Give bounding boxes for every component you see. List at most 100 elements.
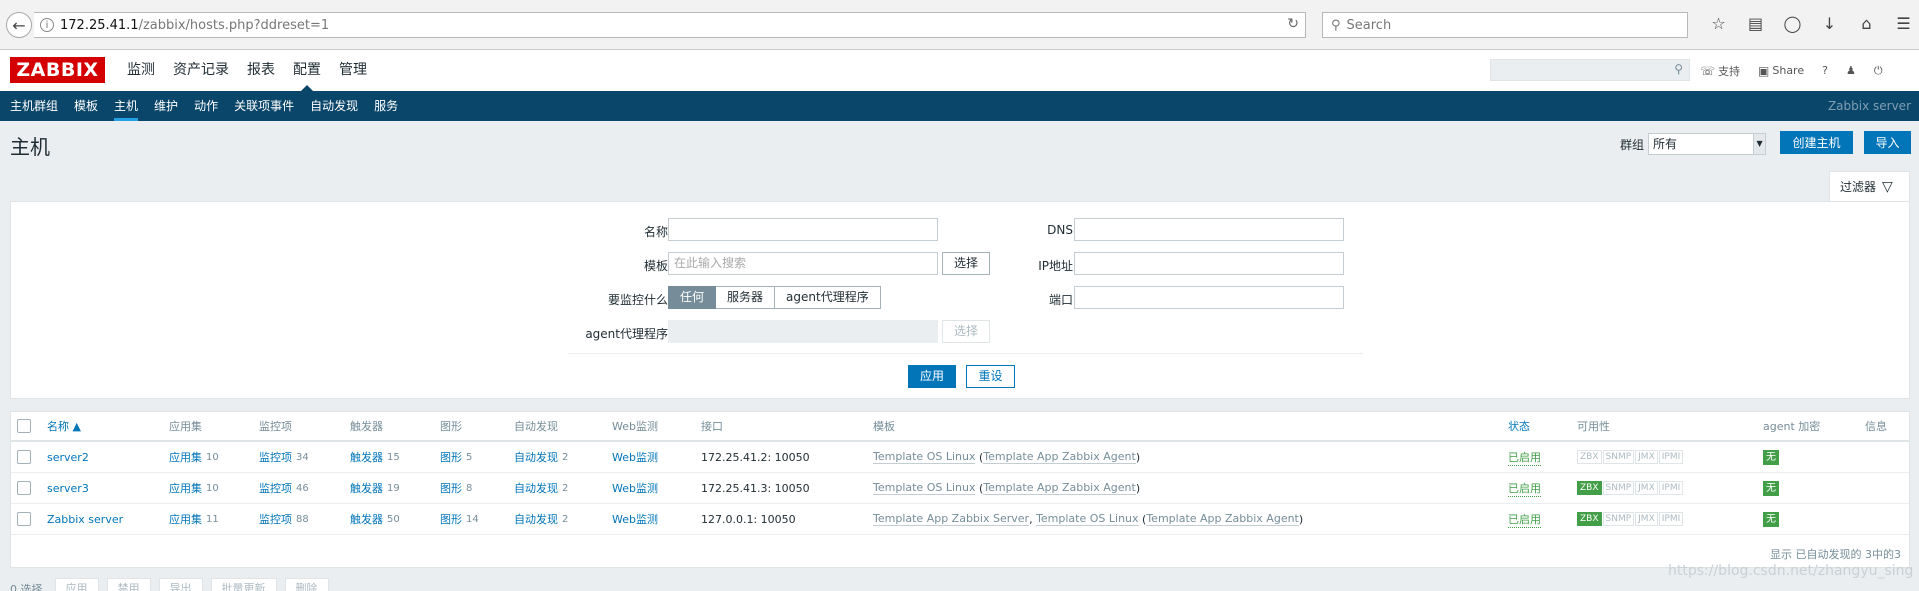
bulk-delete-button[interactable]: 删除 [284, 578, 329, 591]
items-link[interactable]: 监控项 [259, 480, 292, 496]
status-toggle[interactable]: 已启用 [1508, 511, 1541, 528]
host-name-link[interactable]: server2 [47, 442, 89, 472]
global-search-input[interactable]: ⚲ [1490, 59, 1690, 81]
parent-template-link[interactable]: Template App Zabbix Agent [1146, 512, 1299, 526]
watermark-text: https://blog.csdn.net/zhangyu_sing [1668, 563, 1914, 579]
template-link[interactable]: Template OS Linux [873, 481, 976, 495]
help-link[interactable]: ? [1822, 64, 1828, 77]
reading-list-icon[interactable]: ▤ [1737, 14, 1774, 33]
search-icon[interactable]: ⚲ [1674, 62, 1683, 76]
hamburger-menu-icon[interactable]: ☰ [1885, 14, 1919, 33]
triggers-count: 15 [387, 451, 400, 463]
share-link[interactable]: ▣ Share [1758, 64, 1804, 78]
sub-menu-templates[interactable]: 模板 [66, 91, 106, 121]
zabbix-logo[interactable]: ZABBIX [10, 57, 105, 83]
main-menu-reports[interactable]: 报表 [238, 50, 284, 91]
bulk-disable-button[interactable]: 禁用 [106, 578, 151, 591]
sub-menu-actions[interactable]: 动作 [186, 91, 226, 121]
parent-template-link[interactable]: Template App Zabbix Agent [983, 481, 1136, 495]
bulk-update-button[interactable]: 批量更新 [210, 578, 277, 591]
support-link[interactable]: ☏ 支持 [1700, 63, 1740, 79]
filter-ip-input[interactable] [1074, 252, 1344, 275]
support-label: 支持 [1718, 64, 1741, 78]
download-icon[interactable]: ↓ [1811, 14, 1848, 33]
filter-name-input[interactable] [668, 218, 938, 241]
sub-menu-maintenance[interactable]: 维护 [146, 91, 186, 121]
row-checkbox[interactable] [17, 481, 31, 495]
sub-menu-correlation[interactable]: 关联项事件 [226, 91, 302, 121]
triggers-link[interactable]: 触发器 [350, 511, 383, 527]
bookmark-star-icon[interactable]: ☆ [1700, 14, 1737, 33]
apps-link[interactable]: 应用集 [169, 511, 202, 527]
main-menu-configuration[interactable]: 配置 [284, 50, 330, 91]
filter-tab[interactable]: 过滤器 ▽ [1829, 171, 1910, 201]
sub-menu-services[interactable]: 服务 [366, 91, 406, 121]
parent-template-link[interactable]: Template App Zabbix Agent [983, 450, 1136, 464]
filter-reset-button[interactable]: 重设 [966, 365, 1015, 388]
logout-link[interactable]: ⏻ [1874, 64, 1883, 78]
template-link[interactable]: Template OS Linux [1036, 512, 1139, 526]
main-menu-inventory[interactable]: 资产记录 [164, 50, 238, 91]
monitored-any-option[interactable]: 任何 [668, 286, 717, 309]
main-menu-administration[interactable]: 管理 [330, 50, 376, 91]
filter-port-input[interactable] [1074, 286, 1344, 309]
sub-menu-discovery[interactable]: 自动发现 [302, 91, 366, 121]
discovery-link[interactable]: 自动发现 [514, 480, 558, 496]
web-link[interactable]: Web监测 [612, 442, 658, 472]
template-link[interactable]: Template OS Linux [873, 450, 976, 464]
host-name-link[interactable]: Zabbix server [47, 504, 123, 534]
sub-menu-host-groups[interactable]: 主机群组 [2, 91, 66, 121]
import-button[interactable]: 导入 [1864, 131, 1911, 154]
filter-template-select-button[interactable]: 选择 [942, 252, 990, 275]
zbx-badge: ZBX [1577, 512, 1602, 526]
url-path: /zabbix/hosts.php?ddreset=1 [138, 17, 330, 33]
templates-cell: Template OS Linux (Template App Zabbix A… [873, 450, 1141, 464]
triggers-link[interactable]: 触发器 [350, 449, 383, 465]
discovery-link[interactable]: 自动发现 [514, 511, 558, 527]
bulk-export-button[interactable]: 导出 [158, 578, 203, 591]
pocket-icon[interactable]: ◯ [1774, 14, 1811, 33]
triggers-link[interactable]: 触发器 [350, 480, 383, 496]
filter-monitored-label: 要监控什么 [607, 293, 668, 307]
status-toggle[interactable]: 已启用 [1508, 449, 1541, 466]
group-select[interactable]: 所有 ▼ [1648, 133, 1767, 155]
filter-dns-input[interactable] [1074, 218, 1344, 241]
col-status[interactable]: 状态 [1508, 412, 1530, 440]
status-toggle[interactable]: 已启用 [1508, 480, 1541, 497]
bulk-enable-button[interactable]: 应用 [54, 578, 99, 591]
help-icon: ? [1822, 64, 1828, 77]
reload-icon[interactable]: ↻ [1287, 16, 1299, 32]
graphs-link[interactable]: 图形 [440, 480, 462, 496]
monitored-server-option[interactable]: 服务器 [716, 286, 776, 309]
apps-link[interactable]: 应用集 [169, 449, 202, 465]
apps-link[interactable]: 应用集 [169, 480, 202, 496]
dropdown-arrow-icon[interactable]: ▼ [1753, 134, 1766, 154]
info-icon[interactable]: i [40, 18, 54, 32]
row-checkbox[interactable] [17, 450, 31, 464]
filter-template-input[interactable]: 在此输入搜索 [668, 252, 938, 275]
graphs-link[interactable]: 图形 [440, 449, 462, 465]
select-all-checkbox[interactable] [17, 419, 31, 433]
create-host-button[interactable]: 创建主机 [1780, 131, 1853, 154]
discovery-link[interactable]: 自动发现 [514, 449, 558, 465]
server-name: Zabbix server [1827, 99, 1911, 113]
items-link[interactable]: 监控项 [259, 449, 292, 465]
back-arrow-icon[interactable]: ← [6, 12, 32, 38]
host-name-link[interactable]: server3 [47, 473, 89, 503]
items-link[interactable]: 监控项 [259, 511, 292, 527]
row-checkbox[interactable] [17, 512, 31, 526]
sub-menu-hosts[interactable]: 主机 [106, 91, 146, 121]
home-icon[interactable]: ⌂ [1848, 14, 1885, 33]
template-link[interactable]: Template App Zabbix Server [873, 512, 1030, 526]
main-menu-monitoring[interactable]: 监测 [118, 50, 164, 91]
graphs-link[interactable]: 图形 [440, 511, 462, 527]
address-bar[interactable]: i 172.25.41.1/zabbix/hosts.php?ddreset=1… [34, 12, 1306, 38]
browser-search-input[interactable]: ⚲ Search [1322, 12, 1688, 38]
web-link[interactable]: Web监测 [612, 473, 658, 503]
profile-link[interactable]: ♟ [1846, 64, 1856, 77]
web-link[interactable]: Web监测 [612, 504, 658, 534]
col-name[interactable]: 名称 ▲ [47, 412, 81, 440]
group-label: 群组 [1620, 137, 1645, 152]
monitored-proxy-option[interactable]: agent代理程序 [775, 286, 881, 309]
filter-apply-button[interactable]: 应用 [908, 365, 956, 388]
